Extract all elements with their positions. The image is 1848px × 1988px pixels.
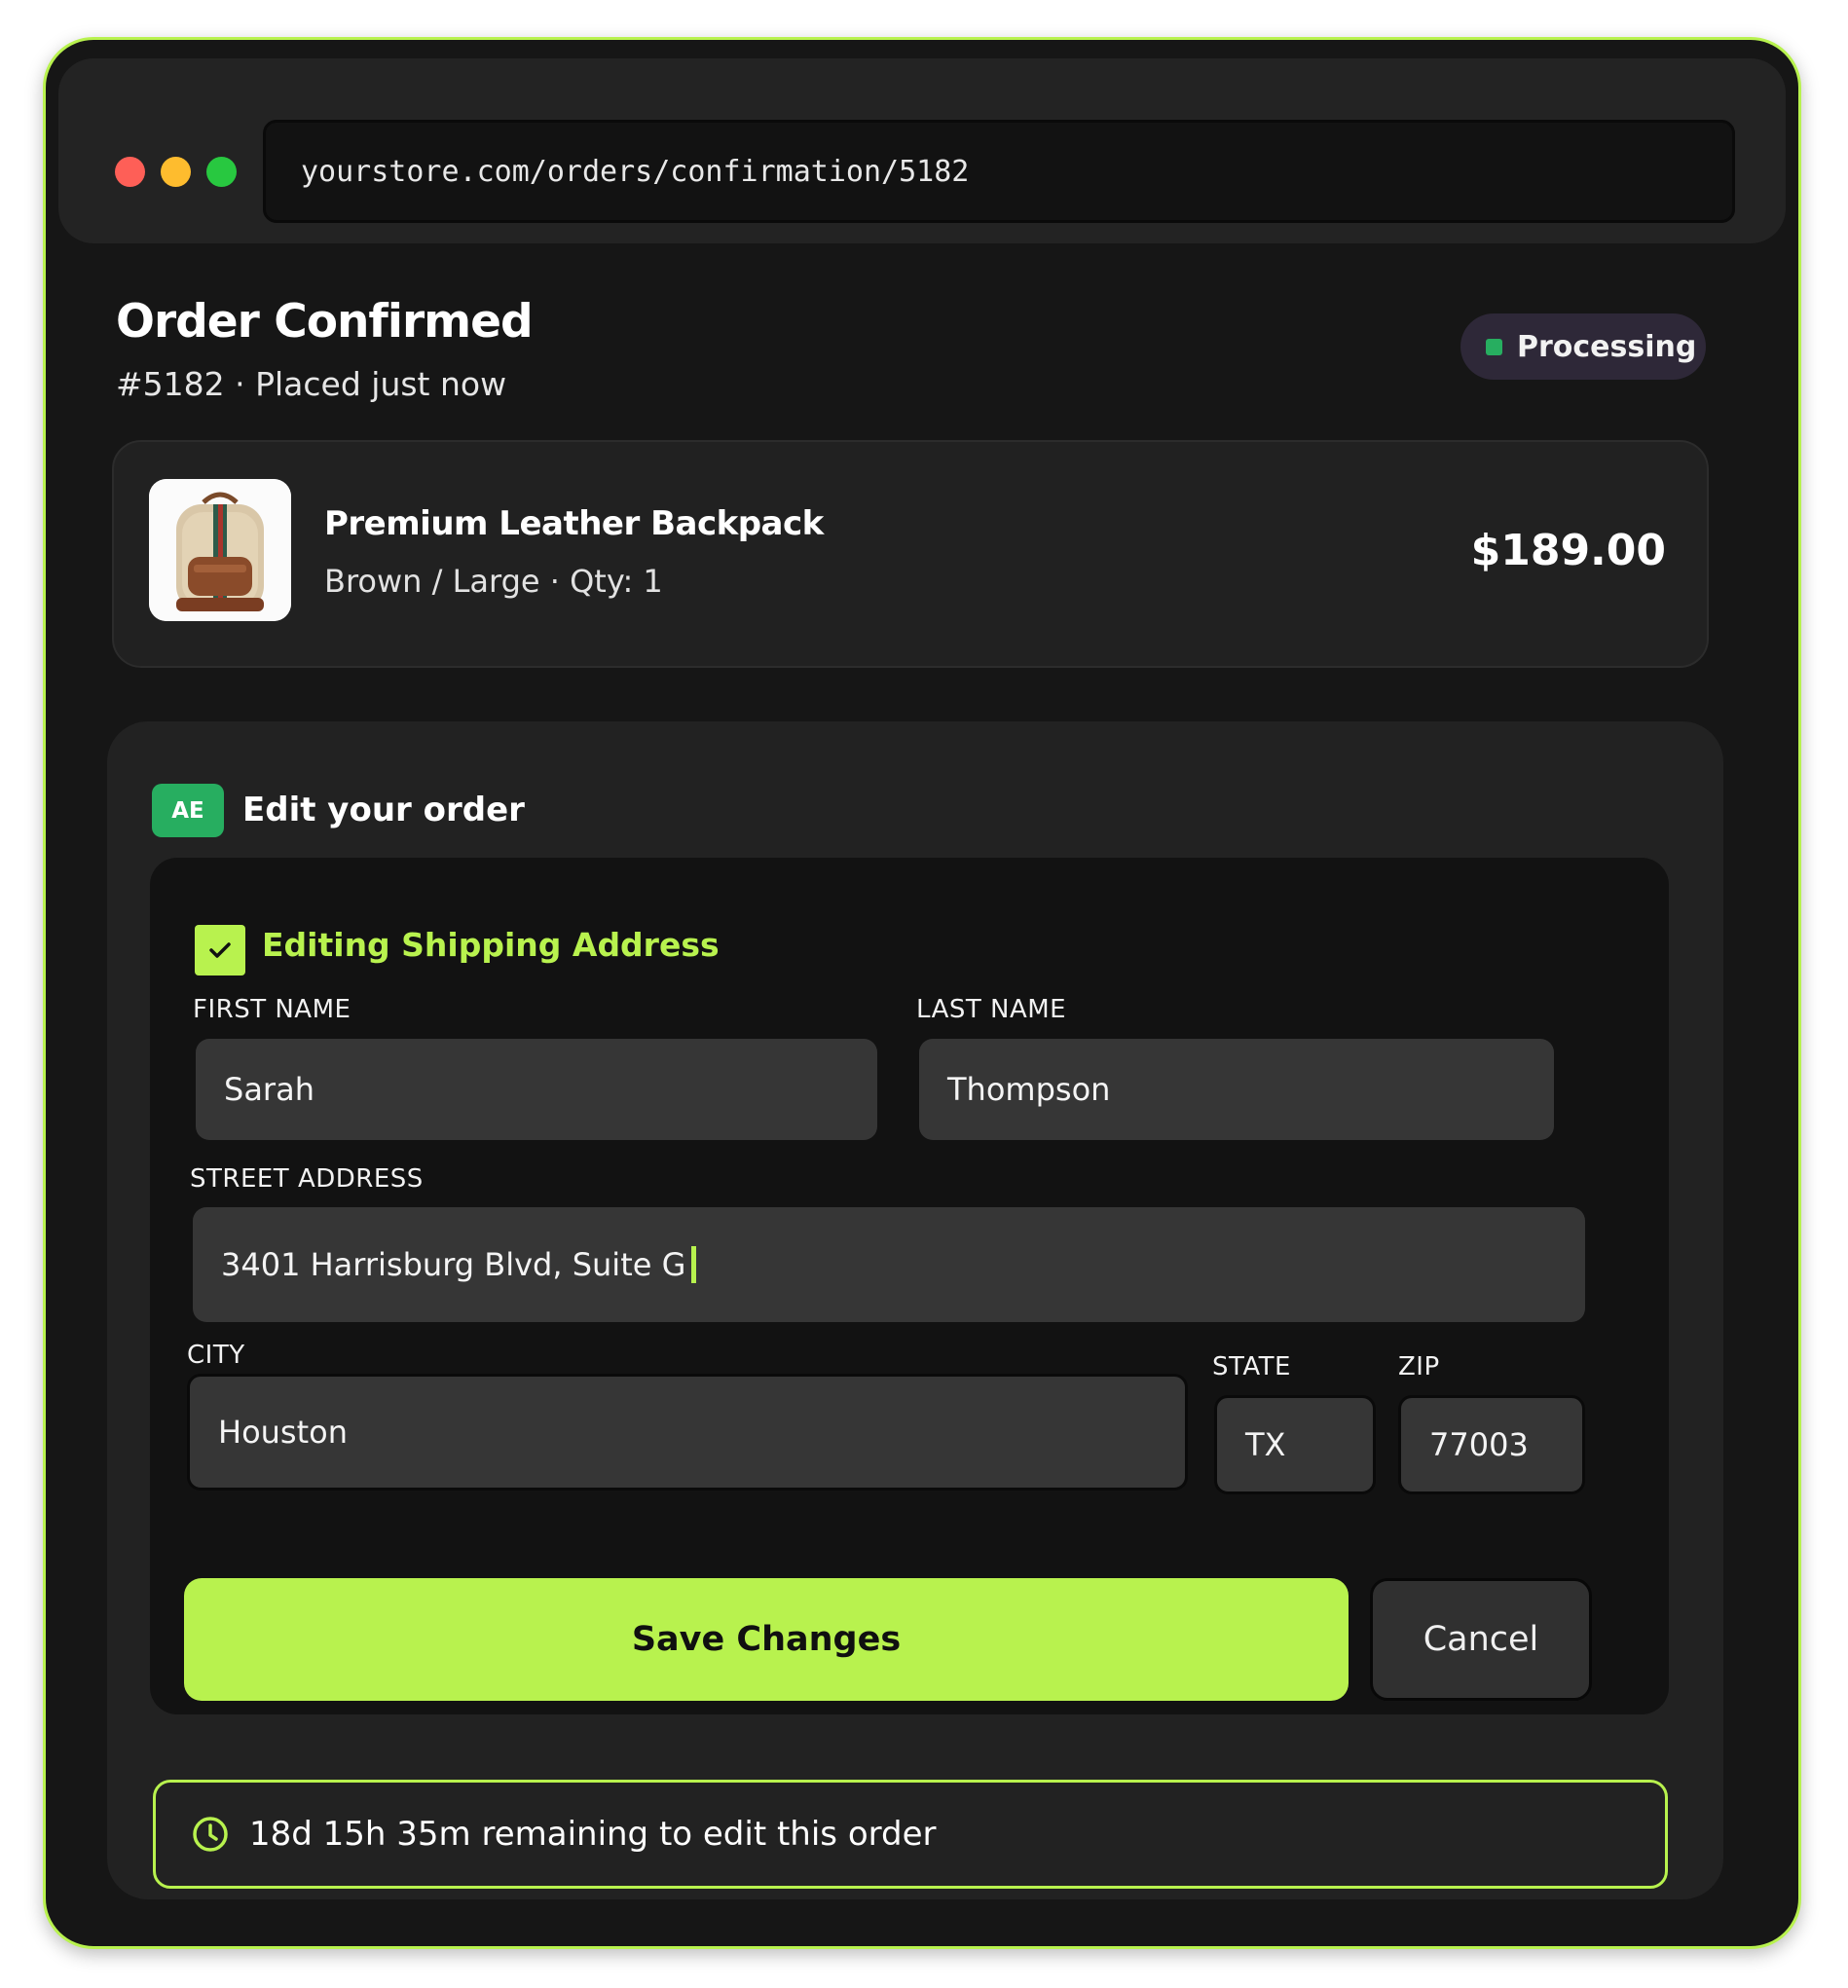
section-label: Editing Shipping Address (262, 926, 720, 964)
city-input[interactable]: Houston (187, 1374, 1188, 1491)
product-card: Premium Leather Backpack Brown / Large ·… (112, 440, 1709, 668)
street-address-label: STREET ADDRESS (190, 1164, 424, 1194)
state-label: STATE (1212, 1352, 1291, 1381)
save-changes-button[interactable]: Save Changes (184, 1578, 1349, 1701)
last-name-input[interactable]: Thompson (919, 1039, 1554, 1140)
editing-checkbox[interactable] (195, 925, 245, 976)
check-icon (209, 942, 231, 958)
browser-window: yourstore.com/orders/confirmation/5182 O… (43, 37, 1801, 1949)
last-name-label: LAST NAME (916, 995, 1067, 1024)
avatar: AE (152, 784, 224, 837)
maximize-window-button[interactable] (206, 157, 237, 187)
first-name-label: FIRST NAME (193, 995, 351, 1024)
timer-text: 18d 15h 35m remaining to edit this order (249, 1815, 937, 1854)
edit-time-remaining: 18d 15h 35m remaining to edit this order (153, 1780, 1668, 1889)
clock-icon (191, 1815, 230, 1854)
product-price: $189.00 (1470, 526, 1666, 575)
status-label: Processing (1517, 329, 1697, 364)
product-name: Premium Leather Backpack (324, 504, 824, 543)
text-cursor (691, 1246, 697, 1283)
first-name-input[interactable]: Sarah (196, 1039, 877, 1140)
shipping-address-form: Editing Shipping Address FIRST NAME Sara… (150, 858, 1669, 1714)
street-address-input[interactable]: 3401 Harrisburg Blvd, Suite G (193, 1207, 1585, 1322)
edit-order-panel: AE Edit your order Editing Shipping Addr… (107, 721, 1723, 1899)
product-meta: Brown / Large · Qty: 1 (324, 563, 663, 600)
cancel-button[interactable]: Cancel (1370, 1578, 1592, 1701)
close-window-button[interactable] (115, 157, 145, 187)
square-dot-icon (1486, 338, 1502, 355)
address-bar[interactable]: yourstore.com/orders/confirmation/5182 (263, 120, 1735, 223)
browser-titlebar: yourstore.com/orders/confirmation/5182 (58, 58, 1786, 243)
state-input[interactable]: TX (1214, 1395, 1376, 1494)
status-badge: Processing (1460, 313, 1706, 380)
product-image (149, 479, 291, 621)
zip-input[interactable]: 77003 (1398, 1395, 1585, 1494)
street-address-value: 3401 Harrisburg Blvd, Suite G (221, 1246, 686, 1283)
minimize-window-button[interactable] (161, 157, 191, 187)
city-label: CITY (187, 1341, 245, 1370)
zip-label: ZIP (1398, 1352, 1440, 1381)
edit-heading: Edit your order (242, 791, 525, 829)
order-subtitle: #5182 · Placed just now (116, 365, 507, 403)
page-title: Order Confirmed (116, 295, 534, 349)
